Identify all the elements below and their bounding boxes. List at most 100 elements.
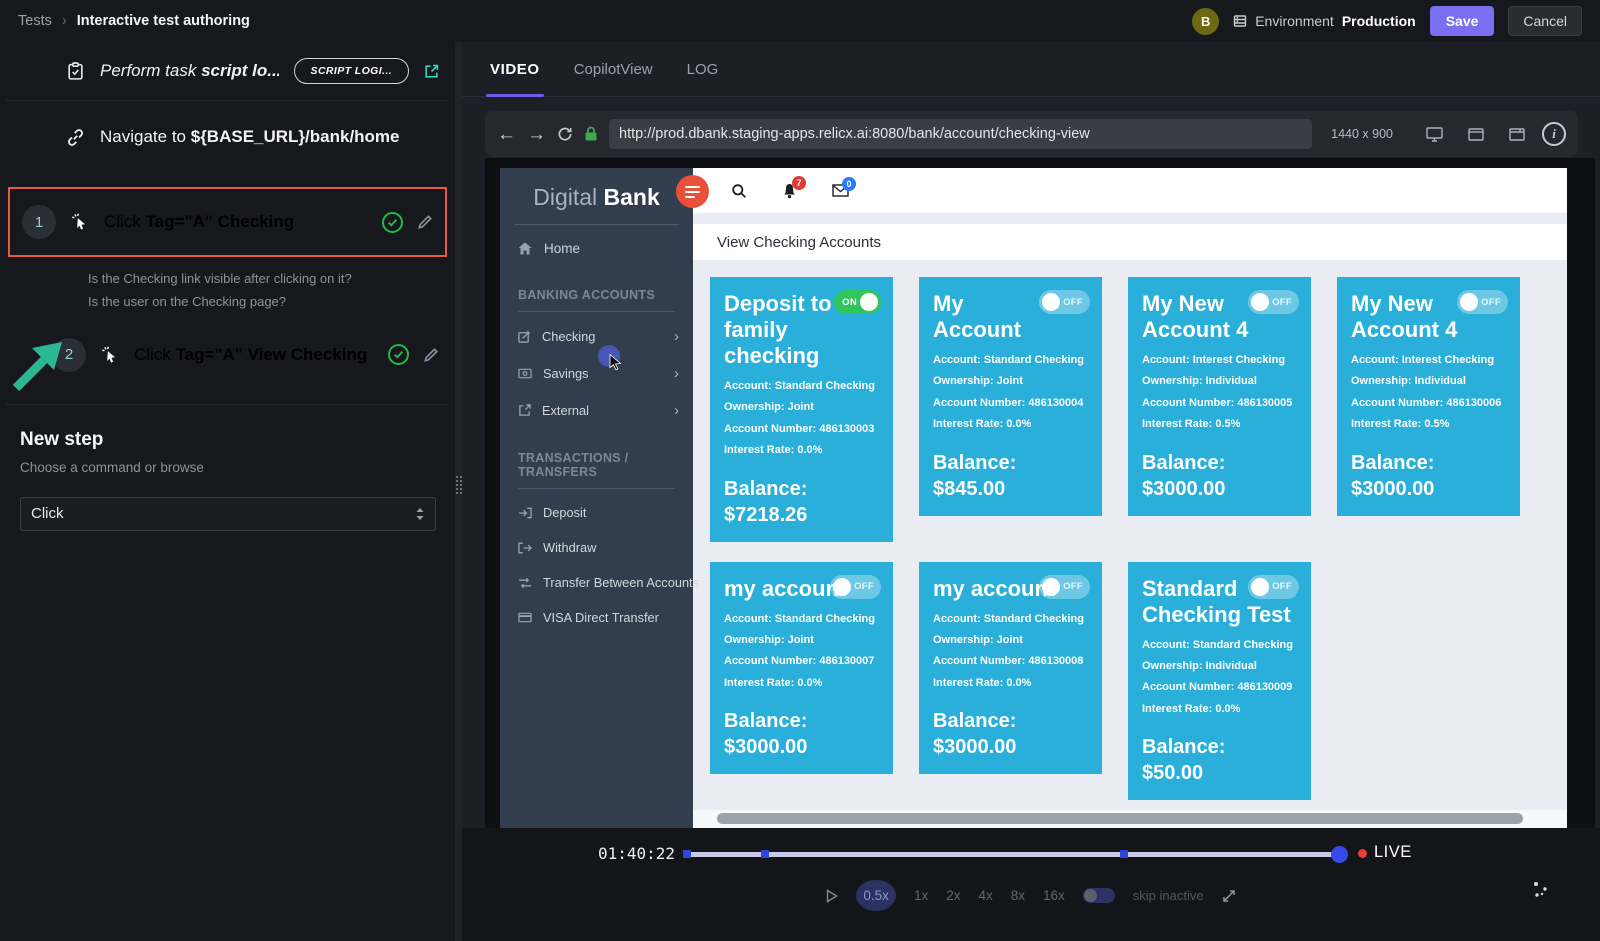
account-ownership: Ownership: Joint xyxy=(724,630,879,651)
window-icon[interactable] xyxy=(1468,128,1484,141)
click-cursor-icon xyxy=(100,345,120,365)
account-type: Account: Standard Checking xyxy=(724,376,879,397)
playback-speed-option[interactable]: 0.5x xyxy=(856,880,896,911)
account-card[interactable]: OFF Standard Checking Test Account: Stan… xyxy=(1128,562,1311,801)
chevron-right-icon: › xyxy=(674,365,679,382)
account-card[interactable]: OFF my account Account: Standard Checkin… xyxy=(919,562,1102,775)
account-active-toggle[interactable]: OFF xyxy=(1457,290,1508,314)
script-logic-button[interactable]: SCRIPT LOGI... xyxy=(294,58,409,84)
step-2[interactable]: 2 Click Tag="A" View Checking xyxy=(0,328,455,382)
account-interest-rate: Interest Rate: 0.0% xyxy=(724,673,879,694)
bank-nav-icon xyxy=(518,577,532,589)
bank-nav-item[interactable]: External › xyxy=(500,392,693,429)
account-active-toggle[interactable]: OFF xyxy=(1039,290,1090,314)
horizontal-scrollbar[interactable] xyxy=(693,810,1567,828)
edit-step-icon[interactable] xyxy=(417,214,433,230)
bank-nav-item[interactable]: Withdraw xyxy=(500,530,693,565)
account-ownership: Ownership: Joint xyxy=(933,630,1088,651)
account-ownership: Ownership: Individual xyxy=(1351,371,1506,392)
breadcrumb-tests-link[interactable]: Tests xyxy=(18,13,52,29)
desktop-icon[interactable] xyxy=(1426,127,1443,142)
event-marker[interactable] xyxy=(683,850,691,858)
notifications-bell-icon[interactable]: 7 xyxy=(782,183,797,199)
fullscreen-icon[interactable] xyxy=(1222,889,1236,903)
account-interest-rate: Interest Rate: 0.0% xyxy=(1142,699,1297,720)
scrubber-handle[interactable] xyxy=(1331,846,1348,863)
account-active-toggle[interactable]: OFF xyxy=(1039,575,1090,599)
bank-menu-toggle-button[interactable] xyxy=(676,175,709,208)
reload-icon[interactable] xyxy=(557,126,573,142)
video-controls-bar: 01:40:22 LIVE 0.5x1x2x4x8x16x skip inact… xyxy=(462,828,1600,941)
video-playback-area[interactable]: Digital Bank Home BANKING ACCOUNTS Check… xyxy=(485,158,1595,828)
bank-nav-item[interactable]: Deposit xyxy=(500,495,693,530)
account-ownership: Ownership: Joint xyxy=(724,397,879,418)
account-balance: Balance:$7218.26 xyxy=(724,476,879,528)
viewer-tab[interactable]: CopilotView xyxy=(574,42,653,96)
toggle-state-label: OFF xyxy=(854,581,878,592)
window-alt-icon[interactable] xyxy=(1509,128,1525,141)
playback-speed-option[interactable]: 1x xyxy=(914,888,928,903)
bank-nav-item[interactable]: VISA Direct Transfer xyxy=(500,600,693,635)
step-1-highlighted[interactable]: 1 Click Tag="A" Checking xyxy=(8,187,447,257)
bank-section-title: BANKING ACCOUNTS xyxy=(518,288,675,302)
playback-speed-option[interactable]: 2x xyxy=(946,888,960,903)
account-balance: Balance:$845.00 xyxy=(933,450,1088,502)
skip-inactive-toggle[interactable] xyxy=(1083,888,1115,903)
account-interest-rate: Interest Rate: 0.5% xyxy=(1142,414,1297,435)
playback-speed-option[interactable]: 16x xyxy=(1043,888,1065,903)
user-avatar[interactable]: B xyxy=(1192,8,1219,35)
forward-icon[interactable]: → xyxy=(527,125,546,144)
step-perform-task[interactable]: Perform task script lo... SCRIPT LOGI... xyxy=(0,42,455,100)
bank-banking-nav: Checking › Savings › External › xyxy=(500,318,693,429)
playback-speed-option[interactable]: 8x xyxy=(1011,888,1025,903)
cancel-button[interactable]: Cancel xyxy=(1508,6,1582,36)
account-card[interactable]: ON Deposit to family checking Account: S… xyxy=(710,277,893,542)
viewer-tab[interactable]: LOG xyxy=(687,42,719,96)
command-select[interactable]: Click xyxy=(20,497,436,531)
bank-nav-item[interactable]: Savings › xyxy=(500,355,693,392)
playback-scrubber[interactable] xyxy=(683,852,1345,857)
messages-icon[interactable]: 0 xyxy=(832,184,849,197)
event-marker[interactable] xyxy=(1120,850,1128,858)
account-balance: Balance:$3000.00 xyxy=(933,708,1088,760)
environment-label: Environment xyxy=(1255,13,1334,29)
bank-sidebar: Digital Bank Home BANKING ACCOUNTS Check… xyxy=(500,168,693,828)
edit-step-icon[interactable] xyxy=(423,347,439,363)
account-card[interactable]: OFF My Account Account: Standard Checkin… xyxy=(919,277,1102,516)
recorded-click-indicator xyxy=(598,345,620,367)
viewer-tab[interactable]: VIDEO xyxy=(490,42,540,96)
account-card[interactable]: OFF My New Account 4 Account: Interest C… xyxy=(1128,277,1311,516)
bank-nav-icon xyxy=(518,368,532,379)
save-button[interactable]: Save xyxy=(1430,6,1495,36)
event-marker[interactable] xyxy=(761,850,769,858)
toggle-state-label: OFF xyxy=(1481,297,1505,308)
assertion-hint: Is the user on the Checking page? xyxy=(88,290,435,313)
account-active-toggle[interactable]: OFF xyxy=(1248,290,1299,314)
play-icon[interactable] xyxy=(826,889,838,903)
bank-nav-item[interactable]: Transfer Between Accounts xyxy=(500,565,693,600)
edit-script-icon[interactable] xyxy=(424,64,439,79)
account-active-toggle[interactable]: OFF xyxy=(830,575,881,599)
account-number: Account Number: 486130007 xyxy=(724,651,879,672)
playback-speed-option[interactable]: 4x xyxy=(978,888,992,903)
scrollbar-thumb[interactable] xyxy=(717,813,1523,824)
playback-timestamp: 01:40:22 xyxy=(598,844,675,863)
toggle-knob xyxy=(860,293,878,311)
breadcrumb: Tests › Interactive test authoring xyxy=(18,13,250,29)
account-card[interactable]: OFF my account Account: Standard Checkin… xyxy=(710,562,893,775)
step-navigate[interactable]: Navigate to ${BASE_URL}/bank/home xyxy=(0,101,455,173)
account-active-toggle[interactable]: ON xyxy=(834,290,881,314)
bank-nav-item[interactable]: Checking › xyxy=(500,318,693,355)
app-header: Tests › Interactive test authoring B Env… xyxy=(0,0,1600,42)
bank-nav-home[interactable]: Home xyxy=(500,225,693,272)
info-icon[interactable]: i xyxy=(1542,122,1566,146)
click-cursor-icon xyxy=(70,212,90,232)
back-icon[interactable]: ← xyxy=(497,125,516,144)
search-icon[interactable] xyxy=(731,183,747,199)
account-card[interactable]: OFF My New Account 4 Account: Interest C… xyxy=(1337,277,1520,516)
url-field[interactable]: http://prod.dbank.staging-apps.relicx.ai… xyxy=(609,119,1312,149)
bank-nav-icon xyxy=(518,404,531,417)
account-active-toggle[interactable]: OFF xyxy=(1248,575,1299,599)
toggle-knob xyxy=(833,578,851,596)
environment-selector[interactable]: Environment Production xyxy=(1233,13,1415,29)
